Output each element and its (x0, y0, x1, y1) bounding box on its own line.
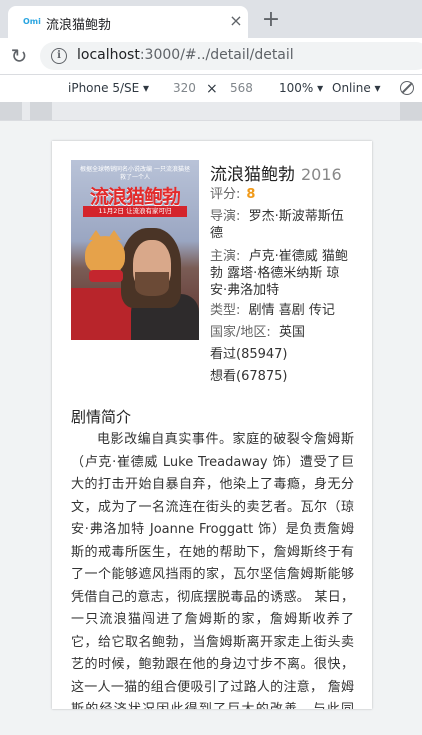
genre-value: 剧情 喜剧 传记 (248, 303, 335, 318)
cast-label: 主演: (210, 249, 241, 264)
viewport-height-input[interactable]: 568 (230, 81, 253, 95)
poster-figure (89, 270, 123, 282)
tab-strip: Omi 流浪猫鲍勃 × + (0, 0, 422, 38)
viewport-width-input[interactable]: 320 (173, 81, 196, 95)
device-viewport: 根据全球畅销同名小说改编 一只流浪猫拯救了一个人 流浪猫鲍勃 11月2日 让流浪… (52, 141, 372, 709)
country-row: 国家/地区: 英国 (210, 324, 305, 341)
tab-title: 流浪猫鲍勃 (46, 18, 112, 33)
country-label: 国家/地区: (210, 325, 271, 340)
director-label: 导演: (210, 209, 241, 224)
browser-toolbar: ↻ i localhost:3000/#../detail/detail (0, 38, 422, 74)
poster-figure (135, 272, 169, 296)
watched-count: 看过(85947) (210, 347, 288, 362)
movie-title-line: 流浪猫鲍勃 2016 (210, 160, 342, 185)
media-query-ruler (0, 102, 422, 121)
synopsis-heading: 剧情简介 (71, 408, 132, 426)
movie-year: 2016 (301, 165, 342, 184)
new-tab-icon[interactable]: + (260, 9, 282, 31)
browser-tab[interactable]: Omi 流浪猫鲍勃 × (8, 6, 248, 38)
url-path: :3000/#../detail/detail (139, 47, 294, 63)
zoom-select[interactable]: 100% ▾ (279, 81, 323, 95)
rating-row: 评分: 8 (210, 186, 255, 203)
reload-icon[interactable]: ↻ (8, 44, 30, 68)
want-to-watch-count: 想看(67875) (210, 369, 288, 384)
synopsis-text: 电影改编自真实事件。家庭的破裂令詹姆斯（卢克·崔德威 Luke Treadawa… (71, 432, 354, 709)
device-select[interactable]: iPhone 5/SE ▾ (68, 81, 149, 95)
rating-value: 8 (246, 187, 256, 202)
movie-title: 流浪猫鲍勃 (210, 165, 295, 185)
omi-favicon-icon: Omi (23, 17, 41, 26)
dimension-separator: × (206, 81, 218, 97)
genre-label: 类型: (210, 303, 241, 318)
ruler-segment (30, 102, 52, 120)
url-host: localhost (77, 47, 140, 63)
rotate-icon[interactable] (400, 81, 414, 95)
country-value: 英国 (279, 325, 306, 340)
url-text[interactable]: localhost:3000/#../detail/detail (77, 47, 294, 63)
address-bar[interactable]: i localhost:3000/#../detail/detail (40, 42, 422, 70)
movie-poster[interactable]: 根据全球畅销同名小说改编 一只流浪猫拯救了一个人 流浪猫鲍勃 11月2日 让流浪… (71, 160, 199, 340)
poster-cat (85, 230, 125, 274)
network-throttle-select[interactable]: Online ▾ (332, 81, 381, 95)
cast-row: 主演: 卢克·崔德威 猫鲍勃 露塔·格德米纳斯 琼安·弗洛加特 (210, 248, 352, 299)
ruler-segment (0, 102, 22, 120)
poster-date: 11月2日 让流浪有家可归 (83, 206, 187, 217)
director-row: 导演: 罗杰·斯波蒂斯伍德 (210, 208, 350, 242)
device-toolbar: iPhone 5/SE ▾ 320 × 568 100% ▾ Online ▾ (0, 74, 422, 104)
poster-tagline: 根据全球畅销同名小说改编 一只流浪猫拯救了一个人 (80, 166, 190, 181)
site-info-icon[interactable]: i (51, 48, 67, 64)
close-tab-icon[interactable]: × (227, 12, 245, 30)
rating-label: 评分: (210, 187, 241, 202)
genre-row: 类型: 剧情 喜剧 传记 (210, 302, 352, 319)
ruler-segment (400, 102, 422, 120)
poster-title: 流浪猫鲍勃 (89, 186, 181, 208)
